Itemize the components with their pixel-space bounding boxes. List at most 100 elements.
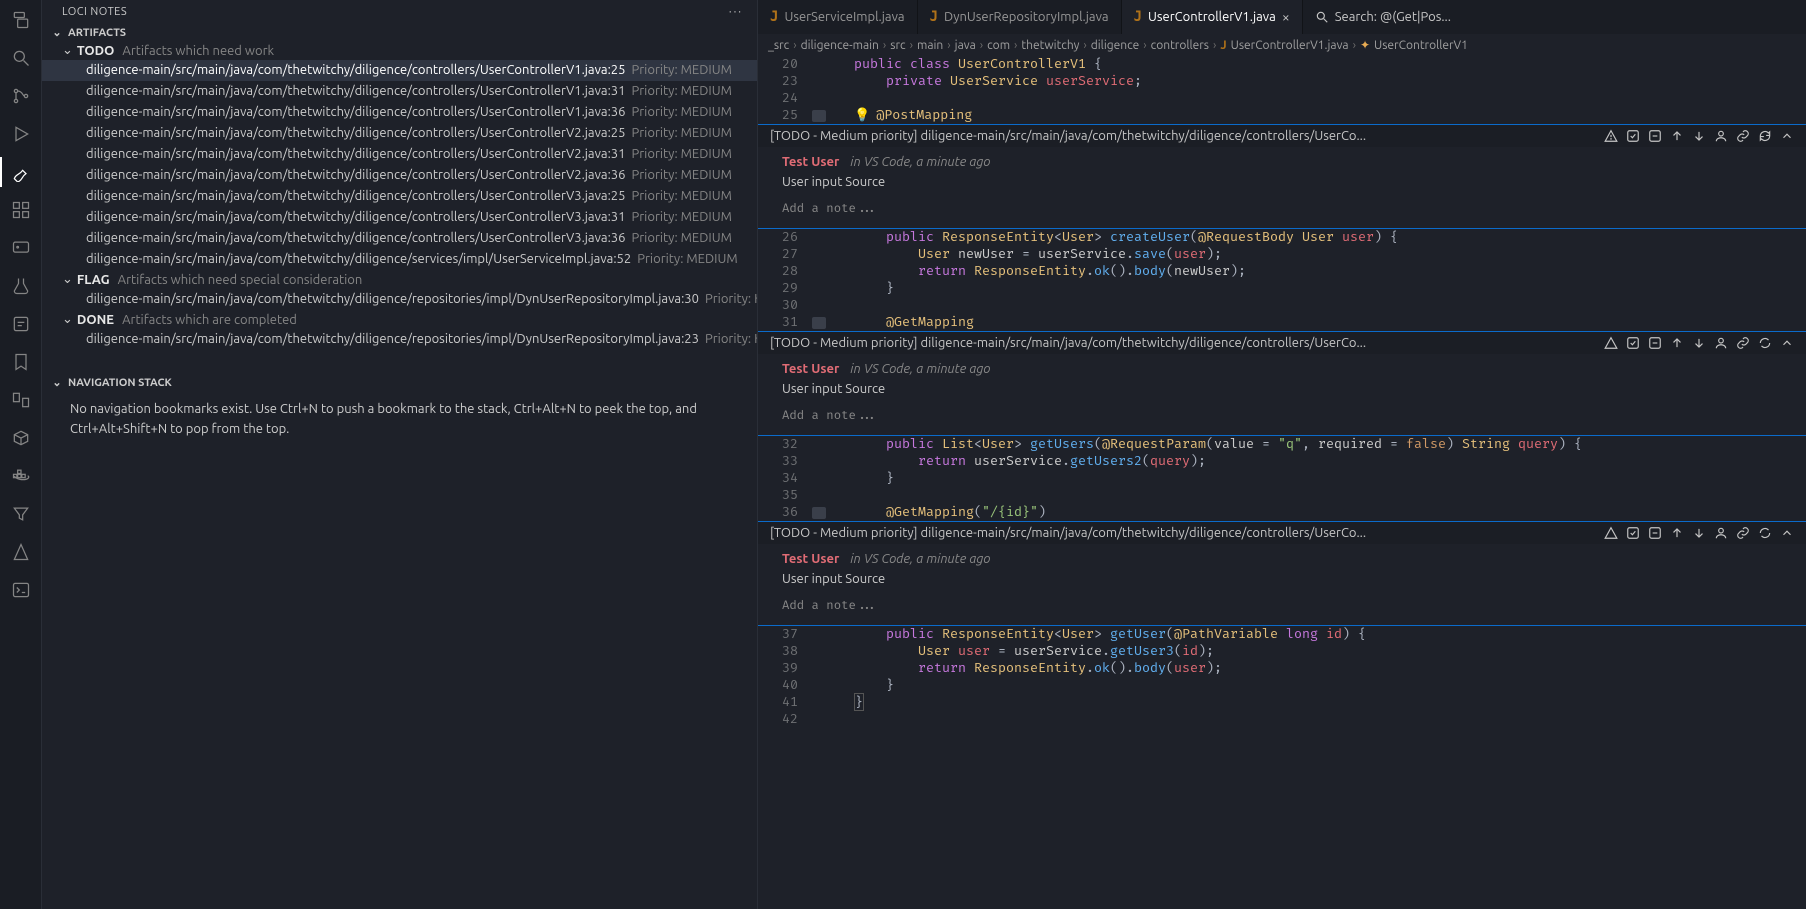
minus-icon[interactable] [1648,129,1662,143]
source-control-icon[interactable] [9,84,33,108]
artifact-item[interactable]: diligence-main/src/main/java/com/thetwit… [42,186,757,207]
check-icon[interactable] [1626,336,1640,350]
breadcrumb[interactable]: _src›diligence-main›src›main›java›com›th… [758,34,1806,56]
breadcrumb-item[interactable]: UserControllerV1 [1374,39,1468,52]
azure-icon[interactable] [9,540,33,564]
note-input[interactable]: Add a note... [758,590,1806,625]
breadcrumb-item[interactable]: diligence [1091,39,1140,52]
note-title: [TODO - Medium priority] diligence-main/… [770,526,1596,540]
filter-icon[interactable] [9,502,33,526]
editor-tab[interactable]: JUserServiceImpl.java [758,0,918,34]
chevron-right-icon: › [793,39,796,52]
artifact-item[interactable]: diligence-main/src/main/java/com/thetwit… [42,249,757,270]
note-author: Test User [782,552,839,566]
artifact-item[interactable]: diligence-main/src/main/java/com/thetwit… [42,144,757,165]
minus-icon[interactable] [1648,336,1662,350]
artifact-item[interactable]: diligence-main/src/main/java/com/thetwit… [42,329,757,350]
chevron-right-icon: › [980,39,983,52]
references-icon[interactable] [9,312,33,336]
lightbulb-icon[interactable]: 💡 [854,107,870,123]
extensions-icon[interactable] [9,198,33,222]
breadcrumb-item[interactable]: main [917,39,943,52]
check-icon[interactable] [1626,129,1640,143]
minus-icon[interactable] [1648,526,1662,540]
artifact-item[interactable]: diligence-main/src/main/java/com/thetwit… [42,289,757,310]
breadcrumb-item[interactable]: UserControllerV1.java [1231,39,1349,52]
chevron-up-icon[interactable] [1780,129,1794,143]
check-icon[interactable] [1626,526,1640,540]
close-icon[interactable]: × [1282,9,1290,25]
docker-icon[interactable] [9,464,33,488]
breadcrumb-item[interactable]: diligence-main [801,39,879,52]
testing-icon[interactable] [9,274,33,298]
explorer-icon[interactable] [9,8,33,32]
compare-icon[interactable] [9,388,33,412]
chevron-right-icon: › [883,39,886,52]
refresh-icon[interactable] [1758,129,1772,143]
fold-icon[interactable] [812,507,826,519]
artifact-item[interactable]: diligence-main/src/main/java/com/thetwit… [42,165,757,186]
editor-tab[interactable]: JUserControllerV1.java× [1122,0,1303,34]
artifact-item[interactable]: diligence-main/src/main/java/com/thetwit… [42,207,757,228]
java-file-icon: J [1220,39,1226,52]
note-meta: in VS Code, a minute ago [850,362,990,376]
panel-more-icon[interactable]: ··· [729,6,743,18]
chevron-up-icon[interactable] [1780,526,1794,540]
arrow-up-icon[interactable] [1670,129,1684,143]
project-icon[interactable] [9,426,33,450]
link-icon[interactable] [1736,336,1750,350]
breadcrumb-item[interactable]: controllers [1151,39,1209,52]
loci-notes-icon[interactable] [9,160,33,184]
chevron-up-icon[interactable] [1780,336,1794,350]
person-icon[interactable] [1714,129,1728,143]
activity-bar [0,0,42,909]
arrow-up-icon[interactable] [1670,336,1684,350]
refresh-icon[interactable] [1758,526,1772,540]
breadcrumb-item[interactable]: src [890,39,905,52]
warning-icon[interactable] [1604,129,1618,143]
bookmark-icon[interactable] [9,350,33,374]
warning-icon[interactable] [1604,336,1618,350]
note-input[interactable]: Add a note... [758,193,1806,228]
breadcrumb-item[interactable]: _src [768,39,789,52]
note-block: [TODO - Medium priority] diligence-main/… [758,521,1806,626]
link-icon[interactable] [1736,526,1750,540]
group-done[interactable]: ⌄ DONE Artifacts which are completed [42,310,757,329]
note-block: [TODO - Medium priority] diligence-main/… [758,331,1806,436]
arrow-down-icon[interactable] [1692,336,1706,350]
person-icon[interactable] [1714,526,1728,540]
breadcrumb-item[interactable]: com [987,39,1010,52]
remote-icon[interactable] [9,236,33,260]
note-title: [TODO - Medium priority] diligence-main/… [770,129,1596,143]
arrow-down-icon[interactable] [1692,526,1706,540]
editor-tab[interactable]: JDynUserRepositoryImpl.java [918,0,1122,34]
arrow-down-icon[interactable] [1692,129,1706,143]
artifact-item[interactable]: diligence-main/src/main/java/com/thetwit… [42,60,757,81]
code-editor[interactable]: 20 public class UserControllerV1 { 23 pr… [758,56,1806,909]
warning-icon[interactable] [1604,526,1618,540]
section-artifacts[interactable]: ⌄ ARTIFACTS [42,24,757,41]
search-tab[interactable]: Search: @(Get|Pos... [1303,10,1463,24]
artifact-item[interactable]: diligence-main/src/main/java/com/thetwit… [42,102,757,123]
side-panel: LOCI NOTES ··· ⌄ ARTIFACTS ⌄ TODO Artifa… [42,0,758,909]
debug-icon[interactable] [9,122,33,146]
group-flag[interactable]: ⌄ FLAG Artifacts which need special cons… [42,270,757,289]
fold-icon[interactable] [812,317,826,329]
artifact-item[interactable]: diligence-main/src/main/java/com/thetwit… [42,81,757,102]
artifact-item[interactable]: diligence-main/src/main/java/com/thetwit… [42,228,757,249]
group-todo[interactable]: ⌄ TODO Artifacts which need work [42,41,757,60]
terminal-icon[interactable] [9,578,33,602]
fold-icon[interactable] [812,110,826,122]
tab-bar: JUserServiceImpl.javaJDynUserRepositoryI… [758,0,1806,34]
link-icon[interactable] [1736,129,1750,143]
section-navstack[interactable]: ⌄ NAVIGATION STACK [42,374,757,391]
person-icon[interactable] [1714,336,1728,350]
arrow-up-icon[interactable] [1670,526,1684,540]
breadcrumb-item[interactable]: java [955,39,976,52]
note-input[interactable]: Add a note... [758,400,1806,435]
search-icon[interactable] [9,46,33,70]
refresh-icon[interactable] [1758,336,1772,350]
artifact-item[interactable]: diligence-main/src/main/java/com/thetwit… [42,123,757,144]
chevron-down-icon: ⌄ [62,312,73,327]
breadcrumb-item[interactable]: thetwitchy [1021,39,1079,52]
